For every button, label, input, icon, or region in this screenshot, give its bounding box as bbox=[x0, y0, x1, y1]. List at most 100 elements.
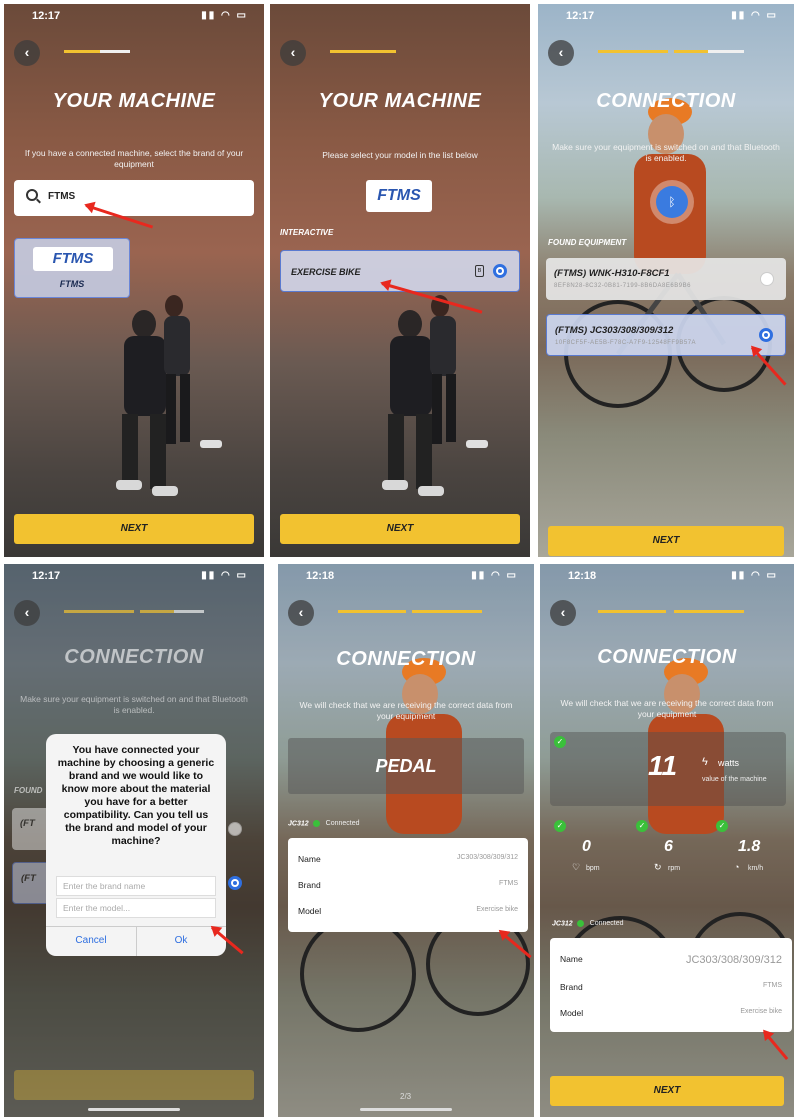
runners-photo bbox=[382, 295, 488, 496]
watts-description: value of the machine bbox=[702, 776, 767, 783]
status-bar: 12:18 ▮▮ ◠ ▭ bbox=[562, 570, 778, 584]
progress-step-1 bbox=[64, 610, 134, 613]
progress-step-2 bbox=[674, 610, 744, 613]
device-info-card: Name JC303/308/309/312 Brand FTMS Model Exe… bbox=[288, 838, 528, 932]
rpm-unit: rpm bbox=[668, 865, 681, 872]
model-label: EXERCISE BIKE bbox=[291, 267, 361, 277]
back-button[interactable]: ‹ bbox=[14, 600, 40, 626]
page-title: CONNECTION bbox=[597, 646, 737, 668]
equipment-radio-selected[interactable] bbox=[759, 328, 773, 342]
screen-connection-dialog: 12:17 ▮▮ ◠ ▭ ‹ CONNECTION Make sure your… bbox=[4, 564, 264, 1117]
equipment-radio-selected[interactable] bbox=[228, 876, 242, 890]
cancel-button[interactable]: Cancel bbox=[46, 935, 136, 946]
progress-step-1 bbox=[598, 610, 666, 613]
next-button[interactable]: NEXT bbox=[550, 1076, 784, 1106]
section-found-equipment: FOUND bbox=[14, 786, 43, 795]
progress-step-1 bbox=[64, 50, 100, 53]
back-button[interactable]: ‹ bbox=[280, 40, 306, 66]
signal-wifi-battery-icon: ▮▮ ◠ ▭ bbox=[471, 570, 518, 581]
model-input[interactable]: Enter the model... bbox=[56, 898, 216, 918]
screen-your-machine-model: ‹ YOUR MACHINE Please select your model … bbox=[270, 4, 530, 557]
info-row-model: Model Exercise bike bbox=[560, 1008, 782, 1018]
connected-dot bbox=[312, 820, 320, 827]
pedal-indicator: PEDAL bbox=[288, 738, 524, 794]
status-bar: 12:17 ▮▮ ◠ ▭ bbox=[26, 570, 248, 584]
page-subtitle: We will check that we are receiving the … bbox=[299, 700, 513, 721]
ftms-logo: FTMS bbox=[366, 180, 432, 212]
page-title: CONNECTION bbox=[336, 648, 476, 670]
bpm-unit: bpm bbox=[586, 865, 600, 872]
page-title: CONNECTION bbox=[596, 90, 736, 112]
status-time: 12:17 bbox=[32, 570, 61, 582]
bpm-value: 0 bbox=[582, 838, 591, 855]
next-button[interactable]: NEXT bbox=[14, 514, 254, 544]
back-button[interactable]: ‹ bbox=[550, 600, 576, 626]
device-name: JC312 bbox=[552, 920, 573, 928]
page-indicator: 2/3 bbox=[400, 1092, 412, 1101]
kmh-value: 1.8 bbox=[738, 838, 761, 855]
device-status: JC312 Connected bbox=[552, 920, 624, 927]
progress-step-2 bbox=[412, 610, 482, 613]
signal-wifi-battery-icon: ▮▮ ◠ ▭ bbox=[731, 570, 778, 581]
back-button[interactable]: ‹ bbox=[288, 600, 314, 626]
device-name: JC312 bbox=[288, 820, 309, 828]
screen-connection-data: 12:18 ▮▮ ◠ ▭ ‹ CONNECTION We will check … bbox=[540, 564, 794, 1117]
bluetooth-icon: ʙ bbox=[475, 265, 484, 277]
signal-wifi-battery-icon: ▮▮ ◠ ▭ bbox=[731, 10, 778, 21]
equipment-id: 8EF8N28-8C32-0B81-7199-8B6DA8E6B9B6 bbox=[554, 283, 691, 289]
equipment-name: (FT bbox=[21, 873, 36, 884]
search-value: FTMS bbox=[48, 191, 76, 202]
status-time: 12:17 bbox=[32, 10, 61, 22]
ok-button[interactable]: Ok bbox=[136, 935, 226, 946]
check-icon: ✓ bbox=[554, 736, 566, 748]
page-title: CONNECTION bbox=[64, 646, 204, 668]
heart-icon: ♡ bbox=[572, 862, 581, 872]
status-bar: 12:17 ▮▮ ◠ ▭ bbox=[560, 10, 778, 24]
equipment-radio[interactable] bbox=[760, 272, 774, 286]
equipment-row-1[interactable]: (FTMS) WNK-H310-F8CF1 8EF8N28-8C32-0B81-… bbox=[546, 258, 786, 300]
brand-name-input[interactable]: Enter the brand name bbox=[56, 876, 216, 896]
ftms-logo: FTMS bbox=[33, 247, 113, 271]
equipment-radio[interactable] bbox=[228, 822, 242, 836]
brand-search-input[interactable]: FTMS bbox=[14, 180, 254, 216]
kmh-unit: km/h bbox=[748, 865, 764, 872]
device-status: JC312 Connected bbox=[288, 820, 360, 827]
model-radio-selected[interactable] bbox=[493, 264, 507, 278]
page-subtitle: Make sure your equipment is switched on … bbox=[552, 142, 780, 163]
watts-unit: watts bbox=[718, 758, 740, 768]
section-found-equipment: FOUND EQUIPMENT bbox=[548, 238, 627, 247]
status-time: 12:18 bbox=[306, 570, 335, 582]
equipment-name: (FTMS) WNK-H310-F8CF1 bbox=[554, 268, 670, 279]
rpm-value: 6 bbox=[664, 838, 673, 855]
cadence-icon: ↻ bbox=[654, 862, 662, 872]
check-icon: ✓ bbox=[554, 820, 566, 832]
info-row-brand: Brand FTMS bbox=[560, 982, 782, 992]
next-button[interactable]: NEXT bbox=[548, 526, 784, 556]
progress-step-2 bbox=[140, 610, 174, 613]
screen-connection-verify: 12:18 ▮▮ ◠ ▭ ‹ CONNECTION We will check … bbox=[278, 564, 534, 1117]
check-icon: ✓ bbox=[716, 820, 728, 832]
dialog-buttons: Cancel Ok bbox=[46, 926, 226, 956]
search-icon bbox=[26, 189, 38, 201]
page-subtitle: Make sure your equipment is switched on … bbox=[20, 694, 248, 715]
home-indicator bbox=[88, 1108, 180, 1111]
next-button[interactable]: NEXT bbox=[280, 514, 520, 544]
progress-step-1 bbox=[338, 610, 406, 613]
info-row-model: Model Exercise bike bbox=[298, 906, 518, 916]
info-row-name: Name JC303/308/309/312 bbox=[298, 854, 518, 864]
progress-step-remaining bbox=[708, 50, 744, 53]
next-button[interactable] bbox=[14, 1070, 254, 1100]
info-row-brand: Brand FTMS bbox=[298, 880, 518, 890]
device-info-card: Name JC303/308/309/312 Brand FTMS Model Exe… bbox=[550, 938, 792, 1032]
watts-value: 11 bbox=[648, 750, 678, 781]
check-icon: ✓ bbox=[636, 820, 648, 832]
progress-step-remaining bbox=[174, 610, 204, 613]
page-title: YOUR MACHINE bbox=[318, 90, 482, 112]
page-title: YOUR MACHINE bbox=[52, 90, 216, 112]
progress-step-remaining bbox=[100, 50, 130, 53]
speed-icon: ◔ bbox=[734, 862, 740, 872]
back-button[interactable]: ‹ bbox=[548, 40, 574, 66]
back-button[interactable]: ‹ bbox=[14, 40, 40, 66]
equipment-name: (FTMS) JC303/308/309/312 bbox=[555, 325, 674, 336]
signal-wifi-battery-icon: ▮▮ ◠ ▭ bbox=[201, 570, 248, 581]
